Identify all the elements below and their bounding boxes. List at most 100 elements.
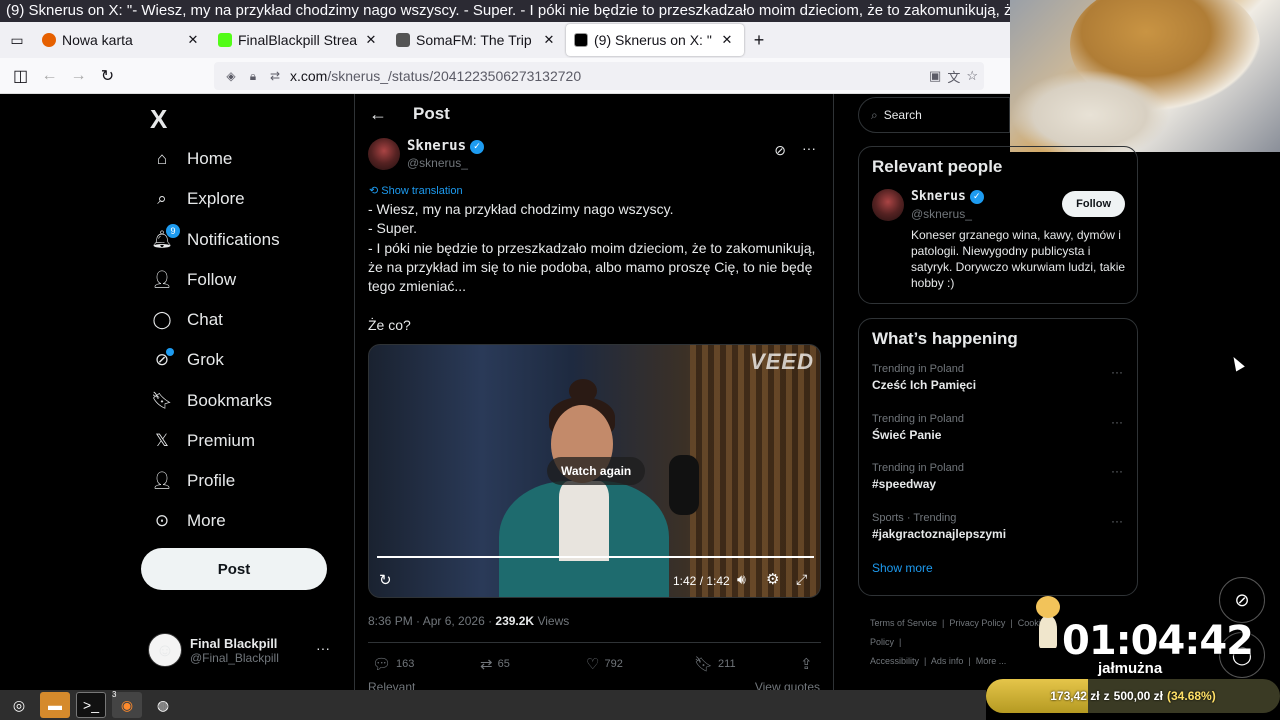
replay-icon[interactable]: ↻ xyxy=(379,571,392,589)
watch-again-button[interactable]: Watch again xyxy=(547,457,646,485)
follow-button[interactable]: Follow xyxy=(1062,191,1125,217)
trend-item[interactable]: Trending in Poland Świeć Panie ··· xyxy=(859,405,1137,455)
translate-icon[interactable]: 文 xyxy=(947,67,960,86)
firefox-icon[interactable]: 3 ◉ xyxy=(112,690,142,718)
person-handle[interactable]: @sknerus_ xyxy=(911,207,972,221)
sidebar-item-notifications[interactable]: 🔔︎ 9 Notifications xyxy=(150,220,280,260)
x-logo-icon[interactable]: X xyxy=(150,104,167,135)
grok-fab-icon[interactable]: ⊘ xyxy=(1219,577,1265,623)
close-icon[interactable]: ✕ xyxy=(718,32,736,48)
lock-icon[interactable]: 🔒︎ xyxy=(242,69,264,84)
close-icon[interactable]: ✕ xyxy=(540,32,558,48)
somafm-favicon-icon xyxy=(396,33,410,47)
files-icon[interactable]: ▬ xyxy=(40,692,70,718)
more-dots-icon[interactable]: ··· xyxy=(1111,365,1123,379)
search-input[interactable]: ⌕ Search xyxy=(858,97,1010,133)
trend-item[interactable]: Trending in Poland Cześć Ich Pamięci ··· xyxy=(859,355,1137,405)
more-link[interactable]: More ... xyxy=(976,656,1007,666)
fullscreen-icon[interactable]: ⤢ xyxy=(796,571,807,588)
author-avatar[interactable] xyxy=(368,138,400,170)
sidebar-item-explore[interactable]: ⌕ Explore xyxy=(150,179,244,219)
relevant-tab[interactable]: Relevant xyxy=(368,680,415,690)
whats-happening-title: What’s happening xyxy=(872,329,1018,348)
share-button[interactable]: ⇪ xyxy=(800,655,813,673)
repost-button[interactable]: ⇄ 65 xyxy=(480,655,510,673)
tracking-shield-icon[interactable]: ◈ xyxy=(220,69,242,83)
notification-badge: 9 xyxy=(166,224,180,238)
back-arrow-icon[interactable]: ← xyxy=(369,104,409,125)
privacy-link[interactable]: Privacy Policy xyxy=(949,618,1005,628)
post-button[interactable]: Post xyxy=(141,548,327,590)
show-more-link[interactable]: Show more xyxy=(859,553,1137,587)
show-translation-link[interactable]: ⟲ Show translation xyxy=(369,184,463,197)
url-bar[interactable]: ◈ 🔒︎ ⇄ x.com/sknerus_/status/20412235062… xyxy=(214,62,984,90)
obs-icon[interactable]: ◍ xyxy=(148,692,178,718)
video-microphone xyxy=(669,455,699,515)
more-dots-icon[interactable]: ··· xyxy=(1111,415,1123,429)
taskbar: ◎ ▬ >_ 3 ◉ ◍ xyxy=(0,690,986,720)
more-dots-icon[interactable]: ··· xyxy=(802,140,816,156)
trend-item[interactable]: Trending in Poland #speedway ··· xyxy=(859,454,1137,504)
more-dots-icon[interactable]: ··· xyxy=(1111,464,1123,478)
volume-icon[interactable]: 🔊︎ xyxy=(737,571,746,588)
terms-link[interactable]: Terms of Service xyxy=(870,618,937,628)
tab-new[interactable]: Nowa karta ✕ xyxy=(34,24,210,56)
view-quotes-link[interactable]: View quotes xyxy=(755,680,820,690)
trend-item[interactable]: Sports · Trending #jakgractoznajlepszymi… xyxy=(859,504,1137,554)
video-controls: ↻ 1:42 / 1:42 🔊︎ ⚙ ⤢ xyxy=(369,569,820,595)
like-button[interactable]: ♡ 792 xyxy=(586,655,623,673)
whats-happening-panel: What’s happening Trending in Poland Cześ… xyxy=(858,318,1138,596)
repost-icon: ⇄ xyxy=(480,656,493,673)
grok-icon[interactable]: ⊘ xyxy=(774,142,786,159)
more-dots-icon[interactable]: ··· xyxy=(316,640,330,656)
video-time: 1:42 / 1:42 xyxy=(673,574,730,588)
bookmark-button[interactable]: 🔖︎ 211 xyxy=(694,655,736,673)
sidebar-item-premium[interactable]: 𝕏 Premium xyxy=(150,421,255,461)
reply-button[interactable]: 💬︎ 163 xyxy=(372,655,414,673)
star-icon[interactable]: ☆ xyxy=(966,68,978,84)
permissions-icon[interactable]: ⇄ xyxy=(264,69,286,83)
avatar[interactable] xyxy=(872,189,904,221)
webcam-overlay xyxy=(1010,0,1280,152)
sidebar-item-grok[interactable]: ⊘ Grok xyxy=(150,340,224,380)
sidebar-item-follow[interactable]: 👤︎ Follow xyxy=(150,260,236,300)
back-icon[interactable]: ← xyxy=(35,62,64,90)
tab-somafm[interactable]: SomaFM: The Trip So ✕ xyxy=(388,24,566,56)
reply-icon: 💬︎ xyxy=(372,656,392,673)
account-switcher[interactable]: ☺ Final Blackpill @Final_Blackpill ··· xyxy=(148,630,340,670)
video-player[interactable]: VEED Watch again ↻ 1:42 / 1:42 🔊︎ ⚙ ⤢ xyxy=(368,344,821,598)
ads-info-link[interactable]: Ads info xyxy=(931,656,964,666)
close-icon[interactable]: ✕ xyxy=(362,32,380,48)
sidebar-item-more[interactable]: ⊙ More xyxy=(150,501,226,541)
accessibility-link[interactable]: Accessibility xyxy=(870,656,919,666)
kick-favicon-icon xyxy=(218,33,232,47)
relevant-people-panel: Relevant people Sknerus ✓ @sknerus_ Follo… xyxy=(858,146,1138,304)
url-text[interactable]: x.com/sknerus_/status/204122350627313272… xyxy=(290,68,581,84)
video-progress-bar[interactable] xyxy=(377,556,814,558)
terminal-icon[interactable]: >_ xyxy=(76,692,106,718)
tab-list-icon[interactable]: ▭ xyxy=(0,22,34,58)
picture-icon[interactable]: ▣ xyxy=(929,68,941,84)
avatar: ☺ xyxy=(148,633,182,667)
forward-icon[interactable]: → xyxy=(64,62,93,90)
person-name[interactable]: Sknerus ✓ xyxy=(911,189,984,204)
tab-x-post[interactable]: (9) Sknerus on X: " ✕ xyxy=(566,24,744,56)
author-name[interactable]: Sknerus ✓ xyxy=(407,138,485,154)
more-dots-icon[interactable]: ··· xyxy=(1111,514,1123,528)
settings-gear-icon[interactable]: ⚙ xyxy=(766,570,779,588)
sidebar-item-profile[interactable]: 👤︎ Profile xyxy=(150,461,235,501)
sidebar-item-chat[interactable]: ◯ Chat xyxy=(150,300,222,340)
new-tab-icon[interactable]: + xyxy=(744,30,774,51)
tab-kick-stream[interactable]: FinalBlackpill Stream ✕ xyxy=(210,24,388,56)
menu-icon[interactable]: ◎ xyxy=(4,692,34,718)
sidebar-toggle-icon[interactable]: ◫ xyxy=(6,62,35,90)
relevant-person[interactable]: Sknerus ✓ @sknerus_ Follow Koneser grzane… xyxy=(859,177,1137,297)
author-handle[interactable]: @sknerus_ xyxy=(407,156,468,170)
bell-icon: 🔔︎ 9 xyxy=(150,224,180,252)
close-icon[interactable]: ✕ xyxy=(184,32,202,48)
sidebar-item-home[interactable]: ⌂ Home xyxy=(150,139,233,179)
translate-icon: ⟲ xyxy=(369,185,382,197)
reload-icon[interactable]: ↻ xyxy=(93,62,122,90)
sidebar-item-bookmarks[interactable]: 🔖︎ Bookmarks xyxy=(150,381,272,421)
cat-fur-white xyxy=(1010,70,1170,152)
